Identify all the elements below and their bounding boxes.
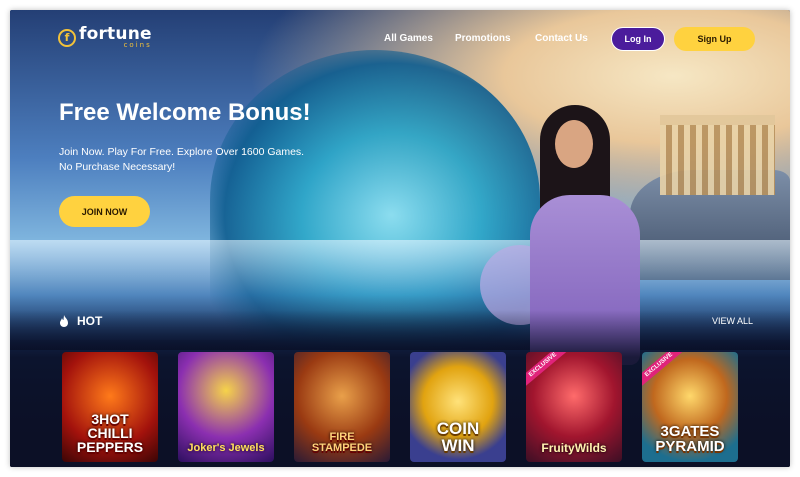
hero-title: Free Welcome Bonus! — [59, 99, 311, 126]
hot-section-heading: HOT — [59, 314, 102, 328]
nav-contact-us[interactable]: Contact Us — [535, 33, 588, 44]
signup-button[interactable]: Sign Up — [674, 27, 755, 51]
exclusive-badge: EXCLUSIVE — [642, 352, 686, 389]
game-tile-coin-win[interactable]: COIN WIN — [410, 352, 506, 462]
nav-all-games[interactable]: All Games — [384, 33, 433, 44]
join-now-button[interactable]: JOIN NOW — [59, 196, 150, 227]
hero-subtitle-line2: No Purchase Necessary! — [59, 161, 176, 173]
goddess-face — [555, 120, 593, 168]
site-logo[interactable]: f fortune coins — [58, 26, 152, 49]
hot-title: HOT — [77, 314, 103, 328]
game-tile-title: COIN WIN — [436, 419, 480, 455]
game-tile-jokers-jewels[interactable]: Joker's Jewels — [178, 352, 274, 462]
game-tile-title: 3GATES PYRAMID — [655, 423, 725, 455]
game-tile-3-gates-pyramid[interactable]: EXCLUSIVE 3GATES PYRAMID — [642, 352, 738, 462]
game-tiles: 3HOT CHILLI PEPPERS Joker's Jewels FIRE … — [62, 352, 738, 462]
game-tile-fire-stampede[interactable]: FIRE STAMPEDE — [294, 352, 390, 462]
game-tile-fruity-wilds[interactable]: EXCLUSIVE FruityWilds — [526, 352, 622, 462]
hero-subtitle-line1: Join Now. Play For Free. Explore Over 16… — [59, 146, 305, 158]
page-frame: f fortune coins All Games Promotions Con… — [10, 10, 790, 467]
exclusive-badge: EXCLUSIVE — [526, 352, 570, 389]
game-tile-hot-chilli-peppers[interactable]: 3HOT CHILLI PEPPERS — [62, 352, 158, 462]
game-tile-title: FIRE STAMPEDE — [311, 431, 373, 454]
login-button[interactable]: Log In — [611, 27, 665, 51]
game-tile-title: 3HOT CHILLI PEPPERS — [76, 411, 144, 455]
coin-logo-icon: f — [58, 28, 76, 47]
game-tile-title: FruityWilds — [541, 441, 607, 455]
game-tile-title: Joker's Jewels — [187, 442, 265, 454]
nav-promotions[interactable]: Promotions — [455, 33, 511, 44]
view-all-link[interactable]: VIEW ALL — [712, 316, 753, 326]
flame-icon — [60, 315, 68, 327]
hero-temple-art — [660, 115, 775, 195]
